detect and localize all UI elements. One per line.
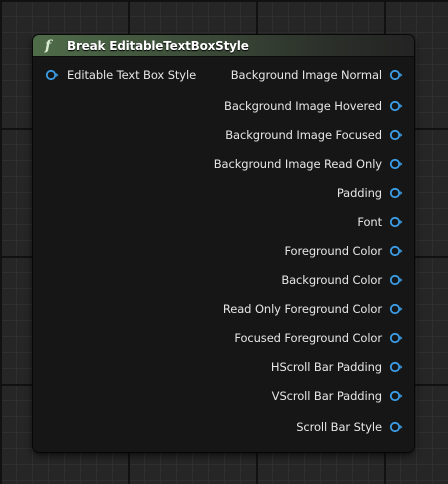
output-pin-label: Read Only Foreground Color — [222, 302, 382, 316]
output-pin-label: Background Image Read Only — [213, 157, 382, 171]
struct-pin-icon[interactable] — [389, 68, 403, 82]
blueprint-graph-canvas[interactable]: f Break EditableTextBoxStyle Editable Te… — [0, 0, 448, 484]
output-pin-padding[interactable]: Padding — [337, 184, 403, 202]
output-pin-label: Foreground Color — [284, 244, 382, 258]
struct-pin-icon[interactable] — [389, 215, 403, 229]
struct-pin-icon[interactable] — [389, 389, 403, 403]
struct-pin-icon[interactable] — [389, 331, 403, 345]
output-pin-label: Background Image Hovered — [224, 99, 382, 113]
struct-pin-icon[interactable] — [389, 99, 403, 113]
node-header[interactable]: f Break EditableTextBoxStyle — [33, 35, 414, 57]
struct-pin-icon[interactable] — [389, 186, 403, 200]
struct-pin-icon[interactable] — [389, 420, 403, 434]
break-struct-node[interactable]: f Break EditableTextBoxStyle Editable Te… — [33, 35, 414, 452]
output-pin-font[interactable]: Font — [357, 213, 403, 231]
output-pin-scroll-bar-style[interactable]: Scroll Bar Style — [296, 418, 403, 436]
output-pin-label: Background Color — [281, 273, 382, 287]
output-pin-label: Padding — [336, 186, 382, 200]
output-pin-background-image-read-only[interactable]: Background Image Read Only — [214, 155, 403, 173]
output-pin-background-image-focused[interactable]: Background Image Focused — [225, 126, 403, 144]
input-pin-label: Editable Text Box Style — [67, 68, 197, 82]
struct-pin-icon[interactable] — [389, 360, 403, 374]
output-pin-label: VScroll Bar Padding — [271, 389, 382, 403]
output-pin-focused-foreground-color[interactable]: Focused Foreground Color — [234, 329, 403, 347]
node-title: Break EditableTextBoxStyle — [67, 38, 249, 53]
struct-pin-icon[interactable] — [389, 244, 403, 258]
output-pin-vscroll-bar-padding[interactable]: VScroll Bar Padding — [272, 387, 403, 405]
output-pin-label: Background Image Focused — [225, 128, 382, 142]
output-pin-label: HScroll Bar Padding — [270, 360, 382, 374]
struct-pin-icon[interactable] — [45, 68, 59, 82]
output-pin-label: Background Image Normal — [230, 68, 382, 82]
function-icon: f — [45, 37, 52, 54]
struct-pin-icon[interactable] — [389, 157, 403, 171]
output-pin-hscroll-bar-padding[interactable]: HScroll Bar Padding — [271, 358, 403, 376]
output-pin-label: Font — [357, 215, 382, 229]
input-pin-editable-text-box-style[interactable]: Editable Text Box Style — [45, 66, 196, 84]
struct-pin-icon[interactable] — [389, 128, 403, 142]
output-pin-read-only-foreground-color[interactable]: Read Only Foreground Color — [223, 300, 403, 318]
output-pin-label: Scroll Bar Style — [296, 420, 382, 434]
struct-pin-icon[interactable] — [389, 273, 403, 287]
struct-pin-icon[interactable] — [389, 302, 403, 316]
output-pin-background-image-normal[interactable]: Background Image Normal — [231, 66, 403, 84]
output-pin-foreground-color[interactable]: Foreground Color — [284, 242, 403, 260]
output-pin-background-image-hovered[interactable]: Background Image Hovered — [224, 97, 403, 115]
output-pin-background-color[interactable]: Background Color — [281, 271, 403, 289]
output-pin-label: Focused Foreground Color — [234, 331, 382, 345]
